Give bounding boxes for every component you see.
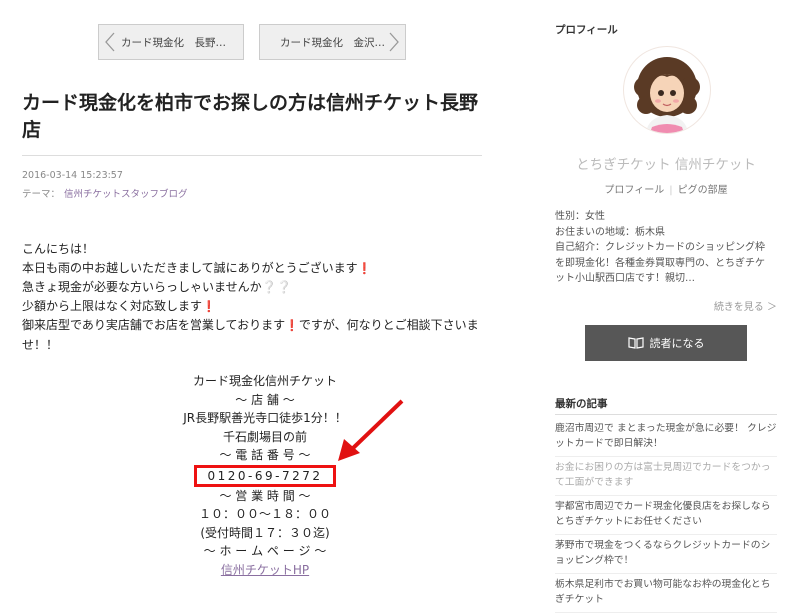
body-line: 御来店型であり実店舗でお店を営業しております❗ですが、何なりとご相談下さいま — [22, 318, 479, 332]
become-reader-label: 読者になる — [649, 337, 705, 350]
next-post-label: カード現金化 金沢… — [280, 36, 385, 49]
arrow-icon — [338, 399, 404, 461]
homepage-link[interactable]: 信州チケットHP — [221, 563, 309, 577]
store-line: カード現金化信州チケット — [192, 374, 337, 388]
post-title: カード現金化を柏市でお探しの方は信州チケット長野店 — [22, 92, 479, 141]
chevron-left-icon — [105, 32, 115, 52]
post-body: こんにちは！ 本日も雨の中お越しいただきまして誠にありがとうございます❗ 急きょ… — [22, 240, 487, 354]
prev-post-button[interactable]: カード現金化 長野… — [98, 24, 244, 60]
phone-number: 0120-69-7272 — [194, 464, 336, 487]
divider — [555, 414, 777, 415]
store-line: １０：００～１８：００ — [198, 507, 331, 521]
body-line: せ！！ — [22, 337, 59, 352]
info-line: お住まいの地域：栃木県 — [555, 226, 665, 238]
info-line: を即現金化！各種金券買取専門の、とちぎチケ — [555, 257, 765, 269]
read-more-link[interactable]: 続きを見る ＞ — [555, 298, 777, 313]
divider: | — [669, 185, 673, 196]
profile-name[interactable]: とちぎチケット 信州チケット — [555, 153, 777, 173]
body-line: 急きょ現金が必要な方いらっしゃいませんか❔❔ — [22, 280, 292, 294]
info-line: 性別：女性 — [555, 211, 605, 222]
info-line: 自己紹介：クレジットカードのショッピング枠 — [555, 242, 765, 253]
pigg-room-link[interactable]: ピグの部屋 — [678, 185, 728, 196]
recent-post-item[interactable]: 栃木県足利市でお買い物可能なお枠の現金化とちぎチケット — [555, 576, 777, 613]
recent-posts-list: 鹿沼市周辺で まとまった現金が急に必要！ クレジットカードで即日解決！ お金にお… — [555, 420, 777, 615]
chevron-right-icon — [389, 32, 399, 52]
body-line: こんにちは！ — [22, 242, 95, 256]
become-reader-button[interactable]: 読者になる — [585, 325, 747, 361]
pin-icon: ❗ — [357, 261, 372, 275]
theme-label: テーマ： — [22, 189, 61, 200]
store-line: ～ 営 業 時 間 ～ — [219, 488, 311, 503]
profile-title: プロフィール — [555, 24, 618, 36]
pin-icon: ❗ — [202, 299, 216, 313]
theme-link[interactable]: 信州チケットスタッフブログ — [64, 189, 188, 200]
recent-posts-title: 最新の記事 — [555, 398, 608, 410]
book-icon — [627, 337, 644, 349]
store-line: (受付時間１７：３０迄) — [200, 525, 330, 540]
divider — [22, 155, 482, 156]
avatar[interactable] — [623, 46, 711, 134]
store-line: ～ ホ ー ム ペ ー ジ ～ — [203, 544, 327, 558]
prev-post-label: カード現金化 長野… — [121, 36, 226, 49]
profile-link[interactable]: プロフィール — [604, 185, 664, 196]
recent-post-item[interactable]: 鹿沼市周辺で まとまった現金が急に必要！ クレジットカードで即日解決！ — [555, 420, 777, 457]
pin-icon: ❗ — [285, 319, 299, 332]
profile-info: 性別：女性 お住まいの地域：栃木県 自己紹介：クレジットカードのショッピング枠 … — [555, 209, 777, 287]
sparkle-icon: ❔❔ — [261, 280, 292, 294]
post-date: 2016-03-14 15:23:57 — [22, 170, 123, 181]
info-line: ット小山駅西口店です！親切… — [555, 273, 695, 284]
body-line: 少額から上限はなく対応致します❗ — [22, 298, 216, 313]
recent-post-item[interactable]: 宇都宮市周辺でカード現金化優良店をお探しならとちぎチケットにお任せください — [555, 498, 777, 535]
body-line: 本日も雨の中お越しいただきまして誠にありがとうございます❗ — [22, 260, 372, 275]
profile-links: プロフィール | ピグの部屋 — [555, 181, 777, 196]
recent-post-item[interactable]: お金にお困りの方は富士見周辺でカードをつかって工面ができます — [555, 459, 777, 496]
next-post-button[interactable]: カード現金化 金沢… — [259, 24, 406, 60]
recent-post-item[interactable]: 茅野市で現金をつくるならクレジットカードのショッピング枠で！ — [555, 537, 777, 574]
post-theme: テーマ： 信州チケットスタッフブログ — [22, 186, 188, 200]
